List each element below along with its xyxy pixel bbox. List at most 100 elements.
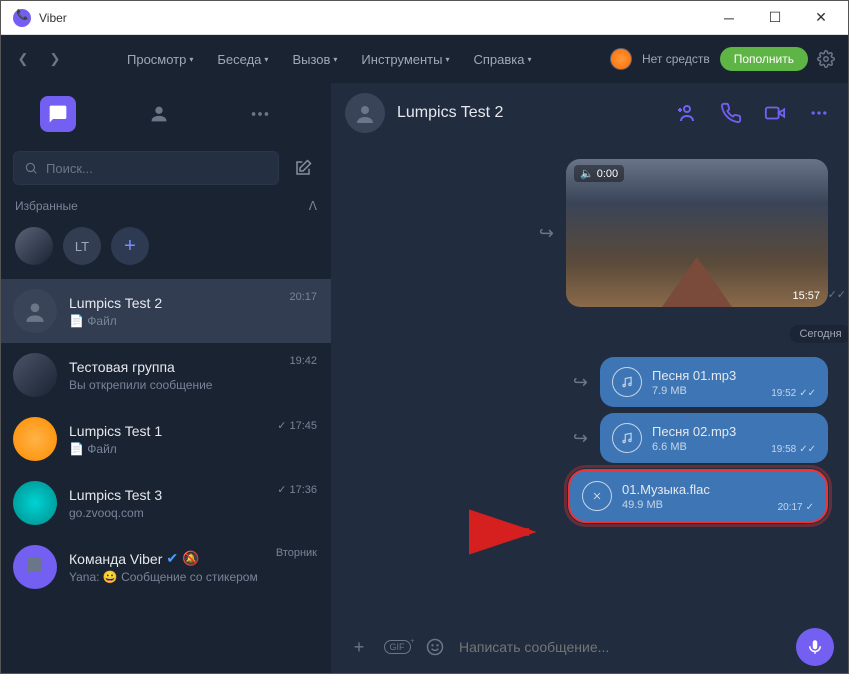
chat-icon — [48, 104, 68, 124]
favorite-item[interactable] — [15, 227, 53, 265]
chat-item-lumpics-test-3[interactable]: Lumpics Test 3 go.zvooq.com ✓ 17:36 — [1, 471, 331, 535]
window-title: Viber — [39, 11, 67, 25]
check-icon: ✓ — [277, 483, 286, 496]
minimize-button[interactable]: ─ — [706, 2, 752, 34]
chat-name: Тестовая группа — [69, 359, 319, 375]
titlebar: Viber ─ ☐ ✕ — [1, 1, 848, 35]
chat-preview: Вы открепили сообщение — [69, 378, 319, 392]
person-icon — [148, 103, 170, 125]
chat-time: ✓ 17:36 — [277, 483, 317, 496]
chat-header: Lumpics Test 2 — [331, 83, 848, 143]
tab-contacts[interactable] — [129, 91, 189, 137]
file-message[interactable]: Песня 01.mp3 7.9 MB 19:52 ✓✓ — [600, 357, 828, 407]
avatar — [13, 545, 57, 589]
viber-logo-icon — [13, 9, 31, 27]
composer: + GIF+ — [331, 621, 848, 673]
message-list[interactable]: ↪ 🔈0:00 15:57 ✓✓ Сегодня ↪ — [331, 143, 848, 621]
phone-icon — [720, 102, 742, 124]
menu-view[interactable]: Просмотр▾ — [117, 48, 203, 71]
gear-icon — [817, 50, 835, 68]
gif-button[interactable]: GIF+ — [383, 633, 411, 661]
chat-more-button[interactable] — [804, 98, 834, 128]
dots-icon — [249, 103, 271, 125]
speaker-icon: 🔈 — [580, 167, 594, 180]
nav-back-button[interactable]: ❮ — [9, 45, 37, 73]
microphone-icon — [806, 638, 824, 656]
favorite-add-button[interactable]: + — [111, 227, 149, 265]
video-call-button[interactable] — [760, 98, 790, 128]
close-button[interactable]: ✕ — [798, 2, 844, 34]
video-message[interactable]: 🔈0:00 15:57 — [566, 159, 828, 307]
favorites-row: LT + — [1, 221, 331, 279]
topup-button[interactable]: Пополнить — [720, 47, 808, 71]
menu-help[interactable]: Справка▾ — [464, 48, 542, 71]
file-size: 49.9 MB — [622, 499, 663, 511]
chat-item-team-viber[interactable]: Команда Viber ✔ 🔕 Yana: 😀 Сообщение со с… — [1, 535, 331, 599]
read-ticks-icon: ✓✓ — [828, 288, 846, 301]
read-ticks-icon: ✓✓ — [799, 444, 816, 455]
cancel-upload-button[interactable] — [582, 481, 612, 511]
video-duration: 15:57 — [792, 290, 820, 302]
file-name: Песня 02.mp3 — [652, 424, 736, 439]
muted-icon: 🔕 — [182, 550, 199, 567]
tab-more[interactable] — [230, 91, 290, 137]
compose-button[interactable] — [287, 152, 319, 184]
chat-time: 19:42 — [289, 355, 317, 367]
sidebar-tabs — [1, 83, 331, 145]
search-input[interactable]: Поиск... — [13, 151, 279, 185]
menu-call[interactable]: Вызов▾ — [282, 48, 347, 71]
app-window: Viber ─ ☐ ✕ ❮ ❯ Просмотр▾ Беседа▾ Вызов▾… — [0, 0, 849, 674]
chat-time: ✓ 17:45 — [277, 419, 317, 432]
chat-list: Lumpics Test 2 📄 Файл 20:17 Тестовая гру… — [1, 279, 331, 673]
file-size: 6.6 MB — [652, 441, 687, 453]
add-person-button[interactable] — [672, 98, 702, 128]
chat-time: Вторник — [276, 547, 317, 559]
voice-record-button[interactable] — [796, 628, 834, 666]
favorites-header[interactable]: Избранные ᐱ — [1, 191, 331, 221]
read-ticks-icon: ✓✓ — [799, 388, 816, 399]
avatar — [13, 417, 57, 461]
chat-preview: go.zvooq.com — [69, 506, 319, 520]
avatar — [13, 481, 57, 525]
favorite-item[interactable]: LT — [63, 227, 101, 265]
maximize-button[interactable]: ☐ — [752, 2, 798, 34]
chat-item-test-group[interactable]: Тестовая группа Вы открепили сообщение 1… — [1, 343, 331, 407]
chat-avatar[interactable] — [345, 93, 385, 133]
tab-chats[interactable] — [28, 91, 88, 137]
dots-icon — [809, 103, 829, 123]
video-icon — [762, 102, 788, 124]
chat-panel: Lumpics Test 2 ↪ 🔈0:00 15:57 — [331, 83, 848, 673]
add-person-icon — [675, 101, 699, 125]
forward-button[interactable]: ↪ — [573, 372, 588, 393]
video-mute-badge: 🔈0:00 — [574, 165, 624, 182]
menu-tools[interactable]: Инструменты▾ — [351, 48, 459, 71]
voice-call-button[interactable] — [716, 98, 746, 128]
chat-item-lumpics-test-2[interactable]: Lumpics Test 2 📄 Файл 20:17 — [1, 279, 331, 343]
window-controls: ─ ☐ ✕ — [706, 2, 844, 34]
user-avatar-icon[interactable] — [610, 48, 632, 70]
annotation-arrow-icon — [469, 508, 547, 561]
message-input[interactable] — [459, 639, 786, 655]
date-separator: Сегодня — [789, 325, 848, 343]
chat-name: Lumpics Test 2 — [69, 295, 319, 311]
search-row: Поиск... — [1, 145, 331, 191]
file-name: 01.Музыка.flac — [622, 482, 710, 497]
nav-forward-button[interactable]: ❯ — [41, 45, 69, 73]
chat-title[interactable]: Lumpics Test 2 — [397, 104, 503, 122]
sidebar: Поиск... Избранные ᐱ LT + Lumpics — [1, 83, 331, 673]
file-message-uploading[interactable]: 01.Музыка.flac 49.9 MB 20:17 ✓ — [568, 469, 828, 523]
audio-file-icon — [612, 423, 642, 453]
search-placeholder: Поиск... — [46, 161, 93, 176]
emoji-button[interactable] — [421, 633, 449, 661]
settings-button[interactable] — [812, 45, 840, 73]
chat-preview: 📄 Файл — [69, 442, 319, 456]
audio-file-icon — [612, 367, 642, 397]
menu-chat[interactable]: Беседа▾ — [207, 48, 278, 71]
chat-time: 20:17 — [289, 291, 317, 303]
check-icon: ✓ — [277, 419, 286, 432]
attach-button[interactable]: + — [345, 633, 373, 661]
forward-button[interactable]: ↪ — [573, 428, 588, 449]
chat-item-lumpics-test-1[interactable]: Lumpics Test 1 📄 Файл ✓ 17:45 — [1, 407, 331, 471]
forward-button[interactable]: ↪ — [539, 223, 554, 244]
file-message[interactable]: Песня 02.mp3 6.6 MB 19:58 ✓✓ — [600, 413, 828, 463]
